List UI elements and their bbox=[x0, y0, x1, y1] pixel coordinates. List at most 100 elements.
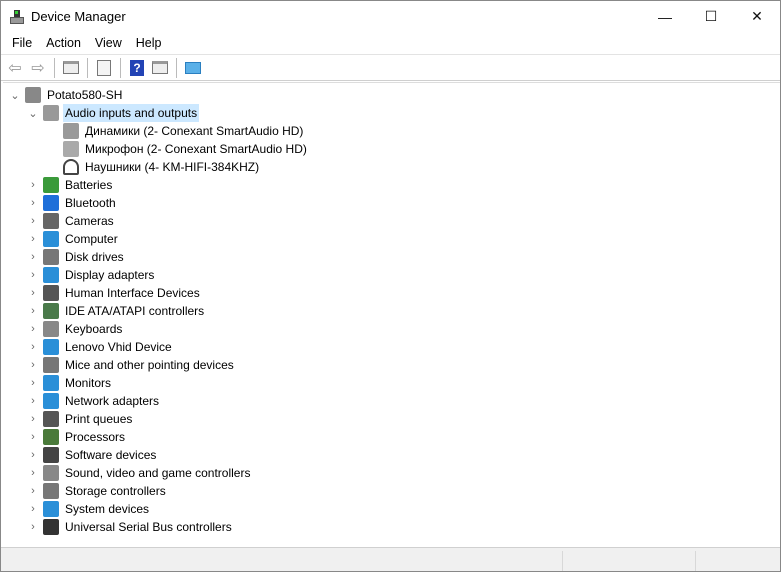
category-bluetooth[interactable]: Bluetooth bbox=[43, 194, 118, 212]
category-print-queues[interactable]: Print queues bbox=[43, 410, 134, 428]
properties-icon[interactable] bbox=[94, 58, 114, 78]
headphones-icon bbox=[63, 159, 79, 175]
category-batteries[interactable]: Batteries bbox=[43, 176, 114, 194]
category-disk-drives[interactable]: Disk drives bbox=[43, 248, 126, 266]
speaker-icon bbox=[43, 105, 59, 121]
computer-icon bbox=[25, 87, 41, 103]
category-network-adapters[interactable]: Network adapters bbox=[43, 392, 161, 410]
tree-root[interactable]: Potato580-SH bbox=[25, 86, 124, 104]
category-cameras[interactable]: Cameras bbox=[43, 212, 116, 230]
chevron-right-icon[interactable]: › bbox=[27, 464, 39, 482]
toolbar: ⇦ ⇨ ? bbox=[1, 54, 780, 81]
human-interface-devices-icon bbox=[43, 285, 59, 301]
processors-icon bbox=[43, 429, 59, 445]
chevron-right-icon[interactable]: › bbox=[27, 230, 39, 248]
category-lenovo-vhid-device[interactable]: Lenovo Vhid Device bbox=[43, 338, 174, 356]
ide-ata-atapi-controllers-icon bbox=[43, 303, 59, 319]
system-devices-icon bbox=[43, 501, 59, 517]
category-audio-inputs-and-outputs[interactable]: Audio inputs and outputs bbox=[43, 104, 200, 122]
category-label: Processors bbox=[65, 430, 126, 444]
category-display-adapters[interactable]: Display adapters bbox=[43, 266, 156, 284]
device-label: Динамики (2- Conexant SmartAudio HD) bbox=[85, 124, 304, 138]
menu-action[interactable]: Action bbox=[39, 36, 88, 50]
chevron-right-icon[interactable]: › bbox=[27, 518, 39, 536]
category-label: Lenovo Vhid Device bbox=[65, 340, 172, 354]
category-label: Universal Serial Bus controllers bbox=[65, 520, 232, 534]
category-human-interface-devices[interactable]: Human Interface Devices bbox=[43, 284, 202, 302]
toolbar-separator bbox=[176, 57, 177, 78]
chevron-right-icon[interactable]: › bbox=[27, 320, 39, 338]
category-label: Human Interface Devices bbox=[65, 286, 200, 300]
chevron-right-icon[interactable]: › bbox=[27, 482, 39, 500]
chevron-right-icon[interactable]: › bbox=[27, 266, 39, 284]
chevron-right-icon[interactable]: › bbox=[27, 356, 39, 374]
mice-and-other-pointing-devices-icon bbox=[43, 357, 59, 373]
category-label: Bluetooth bbox=[65, 196, 116, 210]
device-item[interactable]: Микрофон (2- Conexant SmartAudio HD) bbox=[63, 140, 309, 158]
forward-icon[interactable]: ⇨ bbox=[28, 58, 48, 78]
category-label: Network adapters bbox=[65, 394, 160, 408]
window-title: Device Manager bbox=[31, 9, 126, 24]
category-keyboards[interactable]: Keyboards bbox=[43, 320, 124, 338]
device-label: Наушники (4- KM-HIFI-384KHZ) bbox=[85, 160, 260, 174]
category-label: Monitors bbox=[65, 376, 112, 390]
category-mice-and-other-pointing-devices[interactable]: Mice and other pointing devices bbox=[43, 356, 236, 374]
maximize-button[interactable]: ☐ bbox=[688, 1, 734, 32]
chevron-right-icon[interactable]: › bbox=[27, 176, 39, 194]
category-label: Batteries bbox=[65, 178, 113, 192]
chevron-right-icon[interactable]: › bbox=[27, 284, 39, 302]
close-button[interactable]: ✕ bbox=[734, 1, 780, 32]
help-icon[interactable]: ? bbox=[127, 58, 147, 78]
title-bar: Device Manager — ☐ ✕ bbox=[1, 1, 780, 32]
chevron-right-icon[interactable]: › bbox=[27, 338, 39, 356]
category-monitors[interactable]: Monitors bbox=[43, 374, 113, 392]
chevron-right-icon[interactable]: › bbox=[27, 194, 39, 212]
chevron-right-icon[interactable]: › bbox=[27, 302, 39, 320]
category-sound-video-and-game-controllers[interactable]: Sound, video and game controllers bbox=[43, 464, 252, 482]
category-ide-ata-atapi-controllers[interactable]: IDE ATA/ATAPI controllers bbox=[43, 302, 206, 320]
category-label: Display adapters bbox=[65, 268, 155, 282]
chevron-right-icon[interactable]: › bbox=[27, 374, 39, 392]
minimize-button[interactable]: — bbox=[642, 1, 688, 32]
tree-root-label: Potato580-SH bbox=[47, 88, 123, 102]
category-label: Keyboards bbox=[65, 322, 123, 336]
category-computer[interactable]: Computer bbox=[43, 230, 120, 248]
chevron-right-icon[interactable]: › bbox=[27, 428, 39, 446]
action-pane-icon[interactable] bbox=[150, 58, 170, 78]
category-system-devices[interactable]: System devices bbox=[43, 500, 151, 518]
chevron-down-icon[interactable]: ⌄ bbox=[9, 86, 21, 104]
lenovo-vhid-device-icon bbox=[43, 339, 59, 355]
chevron-right-icon[interactable]: › bbox=[27, 212, 39, 230]
device-item[interactable]: Наушники (4- KM-HIFI-384KHZ) bbox=[63, 158, 261, 176]
back-icon[interactable]: ⇦ bbox=[5, 58, 25, 78]
chevron-right-icon[interactable]: › bbox=[27, 446, 39, 464]
device-item[interactable]: Динамики (2- Conexant SmartAudio HD) bbox=[63, 122, 305, 140]
chevron-right-icon[interactable]: › bbox=[27, 392, 39, 410]
chevron-right-icon[interactable]: › bbox=[27, 248, 39, 266]
menu-view[interactable]: View bbox=[88, 36, 129, 50]
print-queues-icon bbox=[43, 411, 59, 427]
menu-bar: File Action View Help bbox=[1, 32, 780, 54]
chevron-right-icon[interactable]: › bbox=[27, 500, 39, 518]
batteries-icon bbox=[43, 177, 59, 193]
keyboards-icon bbox=[43, 321, 59, 337]
category-software-devices[interactable]: Software devices bbox=[43, 446, 158, 464]
sound-video-and-game-controllers-icon bbox=[43, 465, 59, 481]
category-label: Disk drives bbox=[65, 250, 124, 264]
category-label: IDE ATA/ATAPI controllers bbox=[65, 304, 205, 318]
category-processors[interactable]: Processors bbox=[43, 428, 127, 446]
microphone-icon bbox=[63, 141, 79, 157]
universal-serial-bus-controllers-icon bbox=[43, 519, 59, 535]
menu-file[interactable]: File bbox=[5, 36, 39, 50]
menu-help[interactable]: Help bbox=[129, 36, 169, 50]
toolbar-separator bbox=[87, 57, 88, 78]
show-hide-console-tree-icon[interactable] bbox=[61, 58, 81, 78]
chevron-down-icon[interactable]: ⌄ bbox=[27, 104, 39, 122]
scan-hardware-icon[interactable] bbox=[183, 58, 203, 78]
status-divider bbox=[562, 551, 563, 571]
cameras-icon bbox=[43, 213, 59, 229]
category-universal-serial-bus-controllers[interactable]: Universal Serial Bus controllers bbox=[43, 518, 234, 536]
chevron-right-icon[interactable]: › bbox=[27, 410, 39, 428]
category-storage-controllers[interactable]: Storage controllers bbox=[43, 482, 168, 500]
status-divider bbox=[695, 551, 696, 571]
